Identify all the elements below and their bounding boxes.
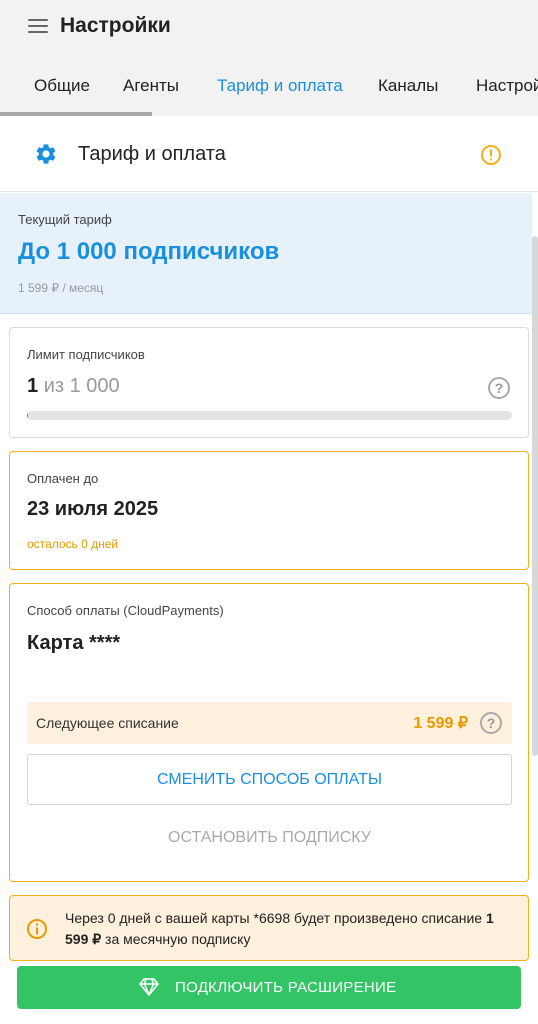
- next-charge-label: Следующее списание: [36, 715, 179, 731]
- payment-method-label: Способ оплаты (CloudPayments): [27, 603, 224, 618]
- charge-notice-text: Через 0 дней с вашей карты *6698 будет п…: [65, 908, 505, 950]
- tab-agents[interactable]: Агенты: [123, 76, 179, 96]
- tab-more-settings[interactable]: Настрой: [476, 76, 538, 96]
- app-header: Настройки Общие Агенты Тариф и оплата Ка…: [0, 0, 538, 116]
- charge-notice-text-before: Через 0 дней с вашей карты *6698 будет п…: [65, 910, 486, 926]
- help-icon[interactable]: ?: [480, 712, 502, 734]
- help-icon[interactable]: ?: [488, 377, 510, 399]
- tab-billing[interactable]: Тариф и оплата: [217, 76, 343, 96]
- current-plan-price: 1 599 ₽ / месяц: [18, 281, 104, 295]
- current-plan-name: До 1 000 подписчиков: [18, 238, 280, 265]
- paid-until-date: 23 июля 2025: [27, 498, 159, 520]
- gear-icon: [36, 144, 56, 164]
- content-scrollbar[interactable]: [532, 236, 538, 756]
- hamburger-menu-icon[interactable]: [28, 19, 48, 35]
- next-charge-amount: 1 599 ₽: [413, 715, 468, 732]
- settings-tabs: Общие Агенты Тариф и оплата Каналы Настр…: [0, 62, 538, 116]
- section-header: Тариф и оплата: [0, 116, 538, 192]
- payment-method-card: Способ оплаты (CloudPayments) Карта ****…: [9, 583, 529, 882]
- subscriber-limit-card: Лимит подписчиков 1 из 1 000 ?: [9, 327, 529, 438]
- subscriber-count: 1: [27, 375, 39, 397]
- paid-until-label: Оплачен до: [27, 471, 99, 486]
- info-icon: [27, 919, 47, 939]
- charge-notice-text-after: за месячную подписку: [101, 931, 251, 947]
- stop-subscription-button[interactable]: ОСТАНОВИТЬ ПОДПИСКУ: [27, 818, 512, 858]
- connect-extension-button[interactable]: ПОДКЛЮЧИТЬ РАСШИРЕНИЕ: [17, 966, 521, 1009]
- subscriber-limit-progress: [27, 411, 512, 420]
- subscriber-limit-value: 1 из 1 000: [27, 375, 120, 398]
- change-payment-method-button[interactable]: СМЕНИТЬ СПОСОБ ОПЛАТЫ: [27, 754, 512, 805]
- billing-panel: Тариф и оплата Текущий тариф До 1 000 по…: [0, 116, 538, 1024]
- section-title: Тариф и оплата: [78, 143, 226, 165]
- diamond-icon: [139, 978, 159, 996]
- tab-channels[interactable]: Каналы: [378, 76, 438, 96]
- payment-method-value: Карта ****: [27, 632, 121, 654]
- tab-general[interactable]: Общие: [34, 76, 90, 96]
- warning-icon[interactable]: [480, 144, 502, 166]
- current-plan-label: Текущий тариф: [18, 212, 112, 227]
- paid-until-card: Оплачен до 23 июля 2025 осталось 0 дней: [9, 451, 529, 570]
- connect-extension-label: ПОДКЛЮЧИТЬ РАСШИРЕНИЕ: [175, 979, 397, 996]
- next-charge-row: Следующее списание 1 599 ₽ ?: [27, 702, 512, 744]
- charge-notice: Через 0 дней с вашей карты *6698 будет п…: [9, 895, 529, 961]
- subscriber-limit-label: Лимит подписчиков: [27, 347, 145, 362]
- days-remaining: осталось 0 дней: [27, 537, 119, 551]
- current-plan: Текущий тариф До 1 000 подписчиков 1 599…: [0, 193, 532, 314]
- subscriber-max: из 1 000: [43, 375, 120, 397]
- page-title: Настройки: [60, 14, 171, 37]
